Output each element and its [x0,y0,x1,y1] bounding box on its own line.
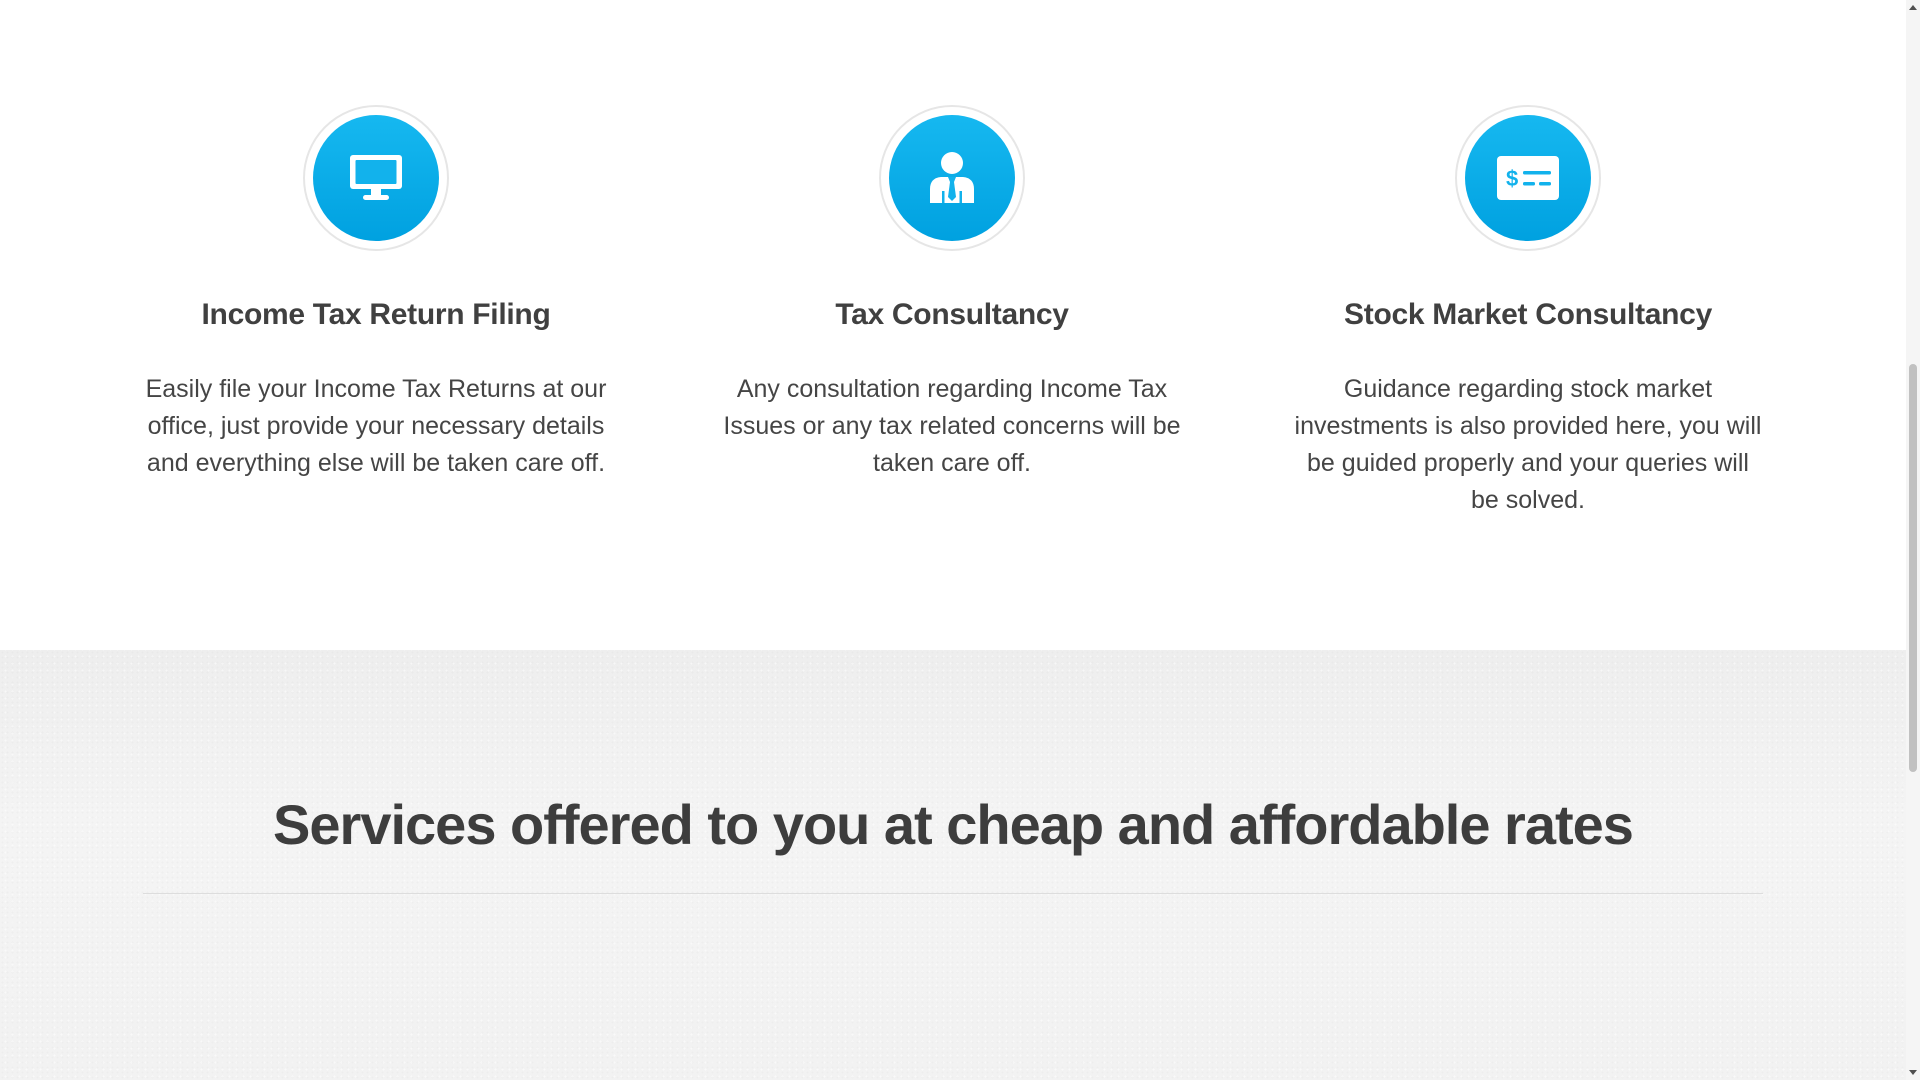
monitor-icon [313,115,439,241]
money-check-icon-graphic: $ [1497,156,1559,200]
page-content: Income Tax Return Filing Easily file you… [0,0,1906,1080]
page: Income Tax Return Filing Easily file you… [0,0,1920,1080]
feature-title: Tax Consultancy [835,298,1069,331]
scrollbar-thumb[interactable] [1909,364,1917,772]
feature-title: Income Tax Return Filing [201,298,551,331]
services-section: Services offered to you at cheap and aff… [0,650,1906,1080]
feature-title: Stock Market Consultancy [1344,298,1712,331]
services-heading: Services offered to you at cheap and aff… [273,793,1634,856]
feature-description: Guidance regarding stock market investme… [1294,375,1762,514]
feature-icon-ring [303,105,449,251]
feature-description: Easily file your Income Tax Returns at o… [145,375,607,477]
feature-stock-market-consultancy: $ Stock Market Consultancy Guidance rega… [1283,105,1773,519]
feature-description: Any consultation regarding Income Tax Is… [723,375,1181,477]
scroll-down-arrow-icon[interactable] [1906,1066,1920,1080]
vertical-scrollbar[interactable] [1906,0,1920,1080]
svg-text:$: $ [1506,166,1518,191]
businessman-icon-graphic [930,152,974,203]
businessman-icon [889,115,1015,241]
money-check-icon: $ [1465,115,1591,241]
monitor-icon-graphic [350,155,402,200]
feature-icon-ring [879,105,1025,251]
scroll-up-arrow-icon[interactable] [1906,0,1920,14]
feature-tax-consultancy: Tax Consultancy Any consultation regardi… [707,105,1197,482]
section-divider [143,893,1763,894]
features-section: Income Tax Return Filing Easily file you… [0,0,1906,650]
feature-income-tax-return-filing: Income Tax Return Filing Easily file you… [131,105,621,482]
feature-icon-ring: $ [1455,105,1601,251]
